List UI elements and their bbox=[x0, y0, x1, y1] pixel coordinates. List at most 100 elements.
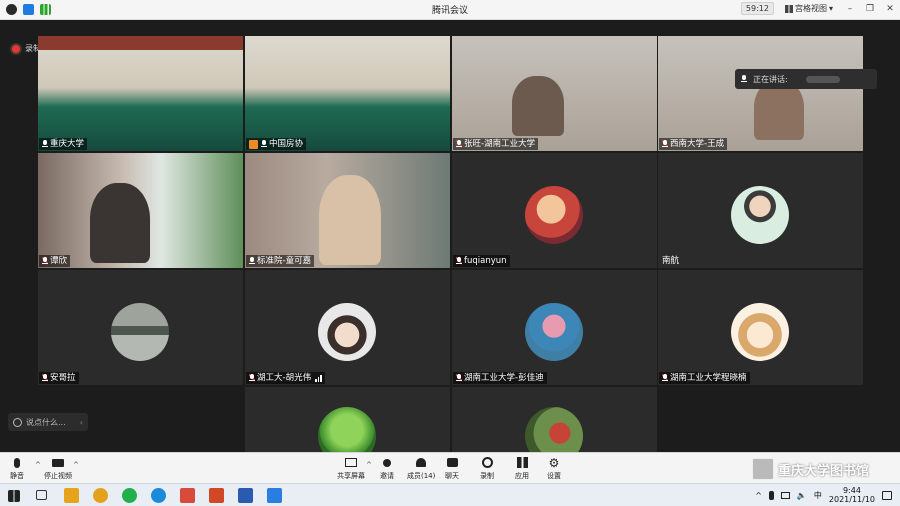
members-icon bbox=[415, 456, 428, 469]
mute-button[interactable]: 静音 bbox=[10, 456, 24, 481]
task-view-icon[interactable] bbox=[36, 490, 47, 500]
minimize-button[interactable]: – bbox=[844, 4, 856, 14]
video-tile[interactable]: 标准院-童可嘉 bbox=[245, 153, 450, 268]
invite-user-icon bbox=[381, 456, 394, 469]
microphone-muted-icon bbox=[42, 374, 48, 382]
participant-name: 中国房协 bbox=[269, 139, 304, 149]
meeting-window: 腾讯会议 59:12 宫格视图 ▾ – ❐ ✕ 录制中 重庆大学 中国房协 张旺… bbox=[0, 0, 900, 506]
volume-icon[interactable]: 🔈 bbox=[797, 491, 807, 500]
participant-name-tag: 重庆大学 bbox=[39, 138, 88, 150]
close-button[interactable]: ✕ bbox=[884, 4, 896, 14]
windows-taskbar: ^ 🔈 中 9:44 2021/11/10 bbox=[0, 483, 900, 506]
share-screen-label: 共享屏幕 bbox=[337, 472, 365, 480]
members-label: 成员(14) bbox=[407, 472, 436, 480]
microphone-muted-icon bbox=[42, 257, 48, 265]
shield-icon[interactable] bbox=[23, 4, 34, 15]
participant-name: 湖南工业大学程晓楠 bbox=[670, 373, 747, 383]
avatar bbox=[525, 407, 583, 452]
video-tile[interactable]: 湖工大-胡光伟 bbox=[245, 270, 450, 385]
participant-name: 张旺-湖南工业大学 bbox=[464, 139, 536, 149]
edge-browser-icon[interactable] bbox=[151, 488, 166, 503]
camera-icon bbox=[52, 456, 65, 469]
participant-name: 南航 bbox=[662, 256, 680, 266]
video-tile[interactable]: 湖南工业大学程晓楠 bbox=[658, 270, 863, 385]
apps-grid-icon bbox=[516, 456, 529, 469]
mute-label: 静音 bbox=[10, 472, 24, 480]
video-tile[interactable]: fuqianyun bbox=[452, 153, 657, 268]
watermark: 重庆大学图书馆 bbox=[752, 458, 869, 480]
word-icon[interactable] bbox=[238, 488, 253, 503]
participant-name-tag: 张旺-湖南工业大学 bbox=[453, 138, 539, 150]
microphone-icon bbox=[741, 75, 747, 83]
share-screen-button[interactable]: 共享屏幕 bbox=[337, 456, 365, 481]
record-button[interactable]: 录制 bbox=[480, 456, 494, 481]
host-icon bbox=[249, 139, 258, 149]
system-clock[interactable]: 9:44 2021/11/10 bbox=[829, 486, 875, 504]
apps-button[interactable]: 应用 bbox=[515, 456, 529, 481]
title-bar: 腾讯会议 59:12 宫格视图 ▾ – ❐ ✕ bbox=[0, 0, 900, 20]
chevron-up-icon[interactable]: ^ bbox=[366, 461, 372, 469]
record-dot-icon bbox=[12, 44, 20, 53]
video-tile[interactable]: 安哥拉 bbox=[38, 270, 243, 385]
search-app-icon[interactable] bbox=[64, 488, 79, 503]
microphone-icon bbox=[261, 140, 267, 148]
windows-start-icon[interactable] bbox=[8, 490, 20, 502]
notification-icon[interactable] bbox=[882, 490, 892, 500]
chat-input[interactable]: 说点什么... ‹ bbox=[8, 413, 88, 431]
chevron-up-icon[interactable]: ^ bbox=[73, 461, 79, 469]
grid-icon bbox=[784, 4, 793, 13]
network-icon[interactable] bbox=[780, 491, 790, 499]
settings-button[interactable]: ⚙ 设置 bbox=[547, 456, 561, 481]
video-tile[interactable]: 湖南工业大学-彭佳迪 bbox=[452, 270, 657, 385]
participant-name-tag: 中国房协 bbox=[246, 138, 307, 150]
tencent-meeting-icon[interactable] bbox=[267, 488, 282, 503]
view-switch-button[interactable]: 宫格视图 ▾ bbox=[782, 2, 836, 15]
chat-placeholder: 说点什么... bbox=[26, 417, 66, 427]
video-tile[interactable] bbox=[452, 387, 657, 452]
wechat-app-icon[interactable] bbox=[122, 488, 137, 503]
signal-icon bbox=[40, 4, 51, 15]
participant-name: 湖南工业大学-彭佳迪 bbox=[464, 373, 544, 383]
microphone-tray-icon[interactable] bbox=[768, 490, 774, 500]
avatar bbox=[525, 186, 583, 244]
chevron-left-icon[interactable]: ‹ bbox=[80, 418, 83, 427]
meeting-timer: 59:12 bbox=[740, 2, 774, 15]
video-tile[interactable]: 谭欣 bbox=[38, 153, 243, 268]
powerpoint-icon[interactable] bbox=[209, 488, 224, 503]
person-silhouette bbox=[90, 183, 150, 263]
video-tile[interactable]: 中国房协 bbox=[245, 36, 450, 151]
video-tile[interactable]: 张旺-湖南工业大学 bbox=[452, 36, 657, 151]
video-tile[interactable] bbox=[245, 387, 450, 452]
input-method-indicator[interactable]: 中 bbox=[814, 490, 822, 501]
person-silhouette bbox=[319, 175, 381, 265]
participant-name: 重庆大学 bbox=[50, 139, 85, 149]
chevron-up-icon[interactable]: ^ bbox=[35, 461, 41, 469]
members-button[interactable]: 成员(14) bbox=[407, 456, 435, 481]
avatar bbox=[525, 303, 583, 361]
video-tile[interactable]: 南航 bbox=[658, 153, 863, 268]
watermark-text: 重庆大学图书馆 bbox=[778, 463, 870, 479]
share-screen-icon bbox=[345, 456, 358, 469]
avatar bbox=[111, 303, 169, 361]
video-grid: 重庆大学 中国房协 张旺-湖南工业大学 西南大学-王成 谭欣 标准院-童可嘉 f… bbox=[38, 36, 864, 452]
participant-name-tag: 谭欣 bbox=[39, 255, 71, 267]
speaking-indicator: 正在讲话: bbox=[735, 69, 877, 89]
participant-name: 标准院-童可嘉 bbox=[257, 256, 312, 266]
participant-name-tag: 安哥拉 bbox=[39, 372, 79, 384]
wechat-icon[interactable] bbox=[93, 488, 108, 503]
maximize-button[interactable]: ❐ bbox=[864, 4, 876, 14]
video-tile[interactable]: 重庆大学 bbox=[38, 36, 243, 151]
video-tile[interactable]: 西南大学-王成 bbox=[658, 36, 863, 151]
chat-icon bbox=[446, 456, 459, 469]
emoji-icon[interactable] bbox=[13, 417, 22, 427]
microphone-muted-icon bbox=[456, 257, 462, 265]
chevron-down-icon: ▾ bbox=[828, 4, 833, 13]
chevron-up-icon[interactable]: ^ bbox=[755, 491, 762, 500]
info-icon[interactable] bbox=[6, 4, 17, 15]
avatar bbox=[318, 303, 376, 361]
chat-button[interactable]: 聊天 bbox=[445, 456, 459, 481]
stop-video-button[interactable]: 停止视频 bbox=[44, 456, 72, 481]
pdf-reader-icon[interactable] bbox=[180, 488, 195, 503]
invite-button[interactable]: 邀请 bbox=[380, 456, 394, 481]
settings-label: 设置 bbox=[547, 472, 561, 480]
